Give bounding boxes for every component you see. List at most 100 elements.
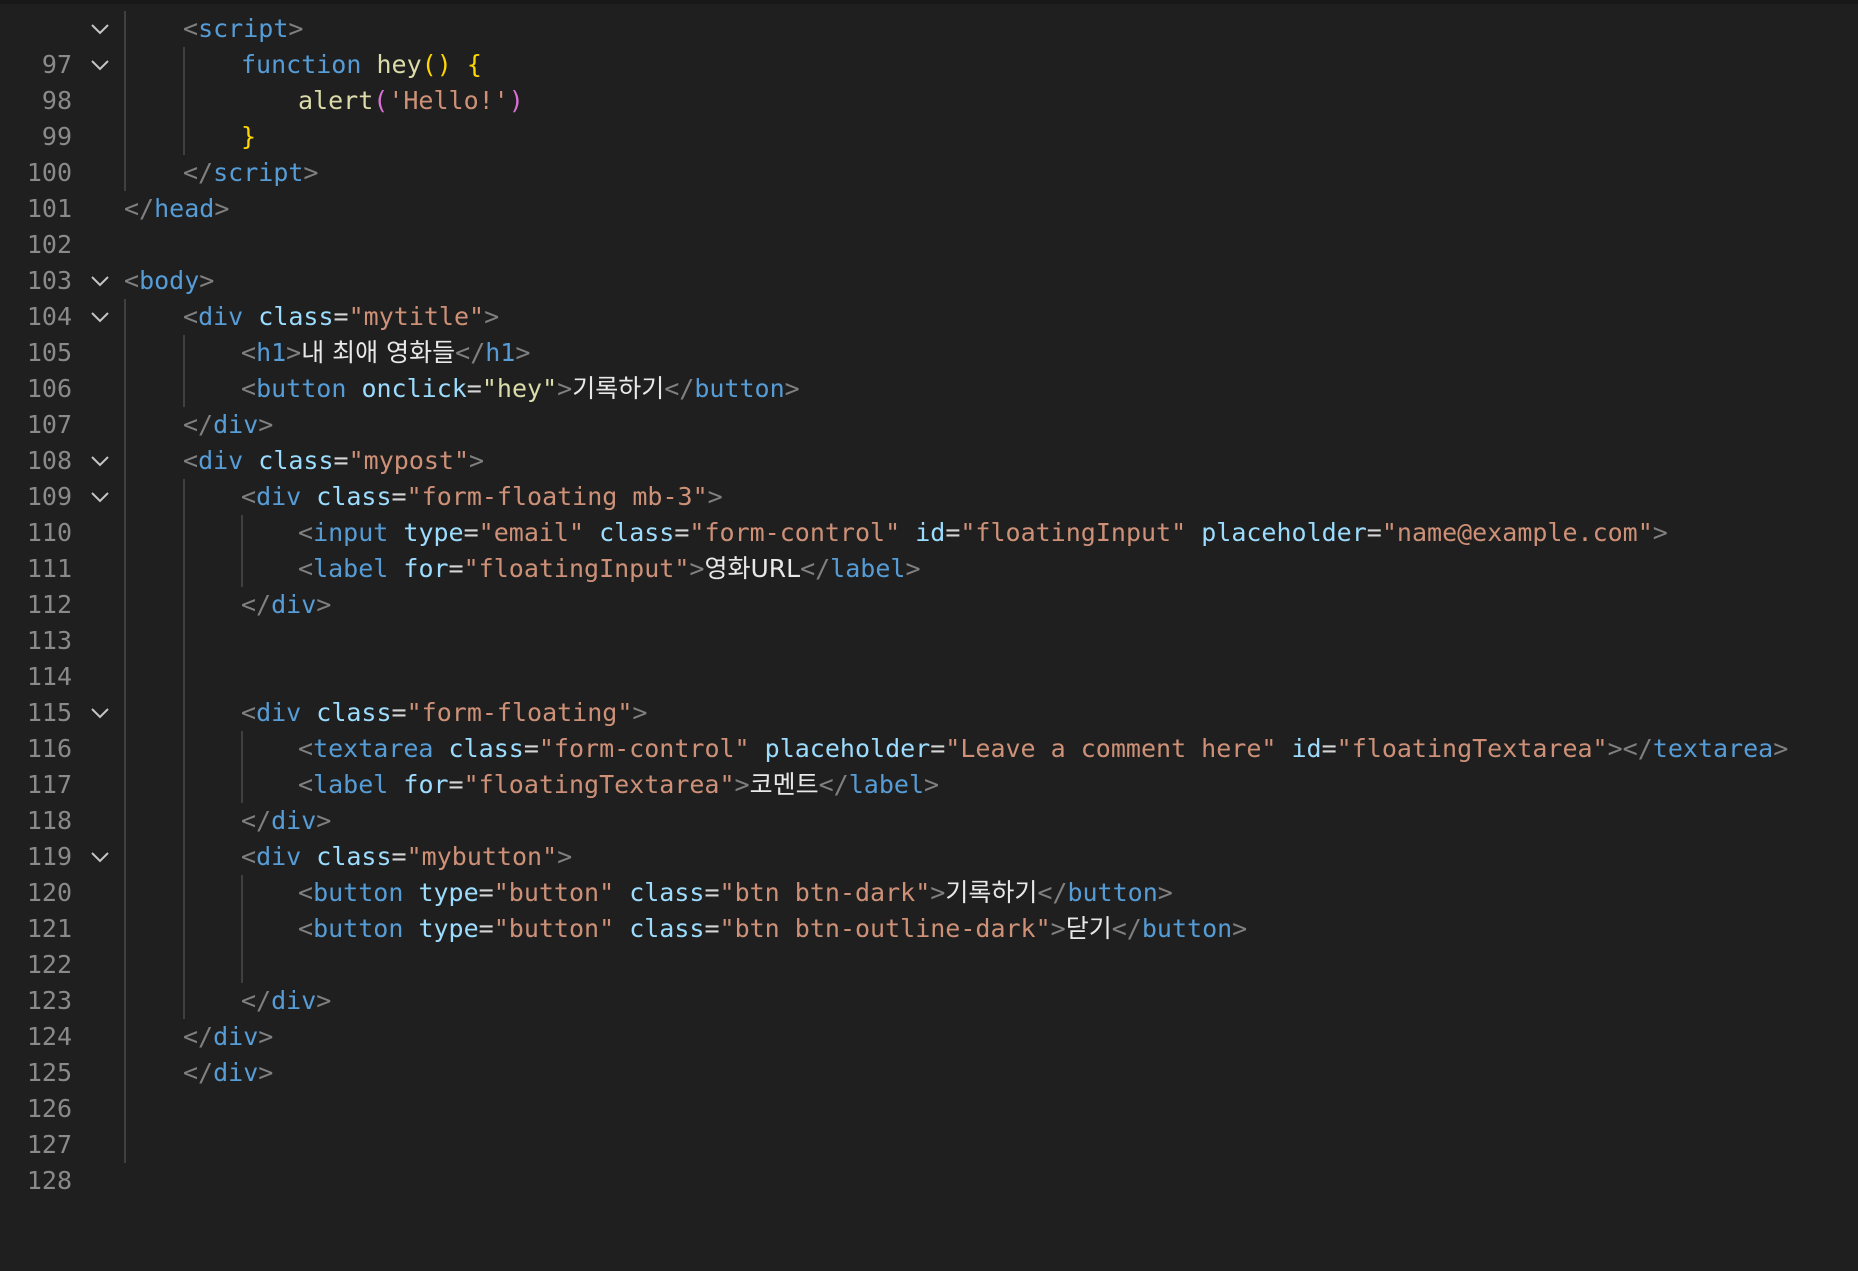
- indent-guide: [183, 875, 185, 911]
- code-token: div: [256, 482, 302, 511]
- code-token: id: [1291, 734, 1322, 763]
- code-token: placeholder: [764, 734, 931, 763]
- indent-guide: [124, 1019, 126, 1055]
- code-token: "mybutton": [406, 842, 558, 871]
- code-line: 103: [0, 227, 1858, 295]
- code-token: body: [139, 266, 200, 295]
- code-text: 코멘트: [749, 770, 819, 799]
- code-token: "Leave a comment here": [945, 734, 1277, 763]
- indent-guide: [183, 551, 185, 587]
- indent-guide: [124, 443, 126, 479]
- code-text: 영화URL: [704, 554, 801, 583]
- code-token: "floatingInput": [960, 518, 1187, 547]
- code-token: class: [629, 878, 705, 907]
- indent-guide: [124, 1055, 126, 1091]
- code-token: div: [198, 302, 244, 331]
- code-token: class: [316, 698, 392, 727]
- code-token: "floatingInput": [463, 554, 690, 583]
- indent-guide: [124, 299, 126, 335]
- code-editor[interactable]: 97 <script> 98 function hey() { 99 alert…: [0, 11, 1858, 1195]
- code-token: textarea: [1652, 734, 1774, 763]
- code-token: alert: [298, 86, 374, 115]
- code-line: 113 </div>: [0, 587, 1858, 655]
- code-line: 98 function hey() {: [0, 47, 1858, 115]
- code-token: (: [373, 86, 389, 115]
- code-line: 104 <body>: [0, 263, 1858, 331]
- code-token: h1: [256, 338, 287, 367]
- code-line: 123: [0, 947, 1858, 1015]
- code-token: type: [418, 878, 479, 907]
- indent-guide: [241, 515, 243, 551]
- code-line: 122 <button type="button" class="btn btn…: [0, 911, 1858, 979]
- code-line: 121 <button type="button" class="btn btn…: [0, 875, 1858, 943]
- code-token: h1: [485, 338, 516, 367]
- indent-guide: [183, 839, 185, 875]
- code-token: class: [316, 842, 392, 871]
- code-token: div: [198, 446, 244, 475]
- indent-guide: [241, 767, 243, 803]
- indent-guide: [183, 119, 185, 155]
- code-token: class: [629, 914, 705, 943]
- indent-guide: [124, 155, 126, 191]
- chevron-down-icon[interactable]: [88, 701, 112, 725]
- code-token: div: [271, 986, 317, 1015]
- code-text: 기록하기: [945, 878, 1038, 907]
- code-line: 127: [0, 1091, 1858, 1159]
- indent-guide: [241, 947, 243, 983]
- code-token: type: [403, 518, 464, 547]
- code-line: 106 <h1>내 최애 영화들</h1>: [0, 335, 1858, 403]
- code-line: 115: [0, 659, 1858, 727]
- indent-guide: [124, 623, 126, 659]
- code-token: script: [213, 158, 304, 187]
- code-token: class: [448, 734, 524, 763]
- code-token: div: [213, 410, 259, 439]
- chevron-down-icon[interactable]: [88, 305, 112, 329]
- code-line: 102 </head>: [0, 191, 1858, 259]
- code-token: div: [256, 842, 302, 871]
- indent-guide: [124, 659, 126, 695]
- code-token: button: [1141, 914, 1233, 943]
- editor-top-edge: [0, 0, 1858, 4]
- code-token: "button": [493, 878, 615, 907]
- indent-guide: [241, 731, 243, 767]
- code-line: 126 </div>: [0, 1055, 1858, 1123]
- code-line: 110 <div class="form-floating mb-3">: [0, 479, 1858, 547]
- indent-guide: [241, 551, 243, 587]
- indent-guide: [183, 731, 185, 767]
- indent-guide: [124, 47, 126, 83]
- code-token: label: [830, 554, 906, 583]
- indent-guide: [124, 587, 126, 623]
- line-number: 128: [26, 1166, 72, 1195]
- code-token: for: [403, 554, 449, 583]
- chevron-down-icon[interactable]: [88, 485, 112, 509]
- chevron-down-icon[interactable]: [88, 269, 112, 293]
- code-token: "mypost": [348, 446, 470, 475]
- code-token: "form-control": [538, 734, 750, 763]
- indent-guide: [124, 551, 126, 587]
- code-line: 114: [0, 623, 1858, 691]
- chevron-down-icon[interactable]: [88, 53, 112, 77]
- indent-guide: [124, 479, 126, 515]
- code-token: div: [256, 698, 302, 727]
- code-text: 내 최애 영화들: [301, 338, 456, 367]
- code-token: "form-floating": [406, 698, 633, 727]
- indent-guide: [183, 911, 185, 947]
- code-line: 124 </div>: [0, 983, 1858, 1051]
- code-token: }: [241, 122, 257, 151]
- code-token: label: [313, 770, 389, 799]
- indent-guide: [183, 371, 185, 407]
- chevron-down-icon[interactable]: [88, 449, 112, 473]
- chevron-down-icon[interactable]: [88, 845, 112, 869]
- code-token: type: [418, 914, 479, 943]
- code-token: label: [848, 770, 924, 799]
- code-text: 닫기: [1065, 914, 1112, 943]
- code-line: 120 <div class="mybutton">: [0, 839, 1858, 907]
- code-token: "hey": [481, 374, 558, 403]
- indent-guide: [124, 731, 126, 767]
- indent-guide: [183, 695, 185, 731]
- indent-guide: [124, 11, 126, 47]
- indent-guide: [183, 479, 185, 515]
- chevron-down-icon[interactable]: [88, 17, 112, 41]
- code-token: ): [508, 86, 524, 115]
- code-line: 107 <button onclick="hey">기록하기</button>: [0, 371, 1858, 439]
